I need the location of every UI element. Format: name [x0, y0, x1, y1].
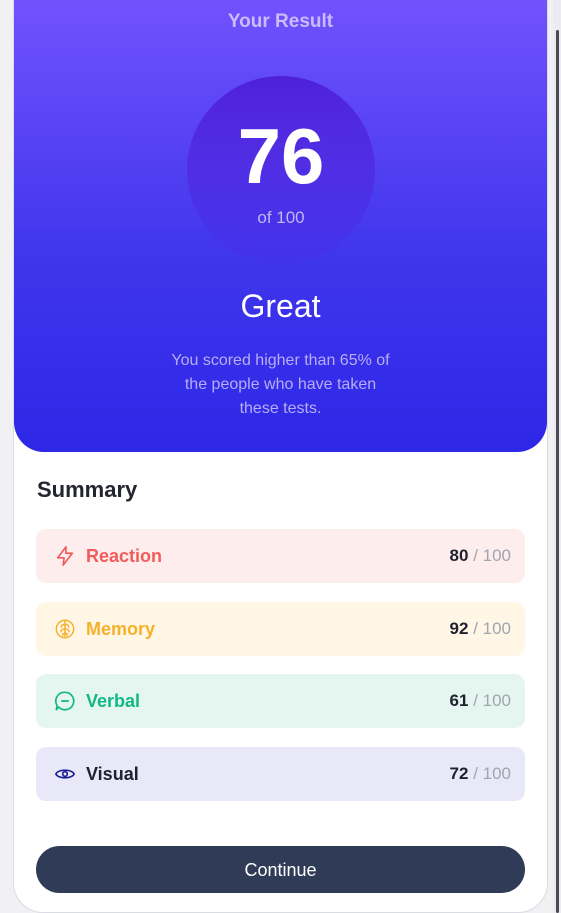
summary-item-verbal: Verbal 61 / 100	[36, 674, 525, 728]
continue-button[interactable]: Continue	[36, 846, 525, 893]
summary-item-score: 92 / 100	[450, 619, 511, 639]
results-card: Your Result 76 of 100 Great You scored h…	[13, 0, 548, 913]
results-page: Your Result 76 of 100 Great You scored h…	[0, 0, 561, 913]
hero-title: Your Result	[227, 11, 334, 32]
summary-item-reaction: Reaction 80 / 100	[36, 529, 525, 583]
summary-item-score-max: / 100	[473, 691, 511, 710]
summary-item-label: Reaction	[86, 546, 163, 566]
summary-item-score: 80 / 100	[450, 546, 511, 566]
summary-item-memory: Memory 92 / 100	[36, 602, 525, 656]
summary-item-score-value: 72	[449, 764, 469, 783]
score-max: of 100	[257, 208, 305, 227]
summary-item-score-value: 80	[449, 546, 469, 565]
summary-item-label: Visual	[86, 764, 139, 784]
summary-item-label: Verbal	[86, 691, 141, 711]
summary-item-visual: Visual 72 / 100	[36, 747, 525, 801]
lightning-icon	[54, 545, 76, 567]
rating-label: Great	[240, 288, 321, 324]
scrollbar-thumb[interactable]	[556, 30, 559, 913]
summary-item-score: 72 / 100	[450, 764, 511, 784]
summary-item-score-max: / 100	[473, 546, 511, 565]
summary-item-score-value: 61	[449, 691, 469, 710]
summary-title: Summary	[37, 477, 138, 502]
score-value: 76	[237, 112, 325, 200]
eye-icon	[54, 763, 76, 785]
result-description: You scored higher than 65% of the people…	[171, 352, 390, 417]
summary-item-score-max: / 100	[473, 619, 511, 638]
summary-item-label: Memory	[86, 619, 156, 639]
score-circle: 76 of 100	[187, 76, 375, 264]
chat-bubble-icon	[54, 690, 76, 712]
summary-item-score-value: 92	[449, 619, 469, 638]
brain-icon	[54, 618, 76, 640]
summary-item-score-max: / 100	[473, 764, 511, 783]
summary-item-score: 61 / 100	[450, 691, 511, 711]
result-hero: Your Result 76 of 100 Great You scored h…	[14, 0, 547, 452]
